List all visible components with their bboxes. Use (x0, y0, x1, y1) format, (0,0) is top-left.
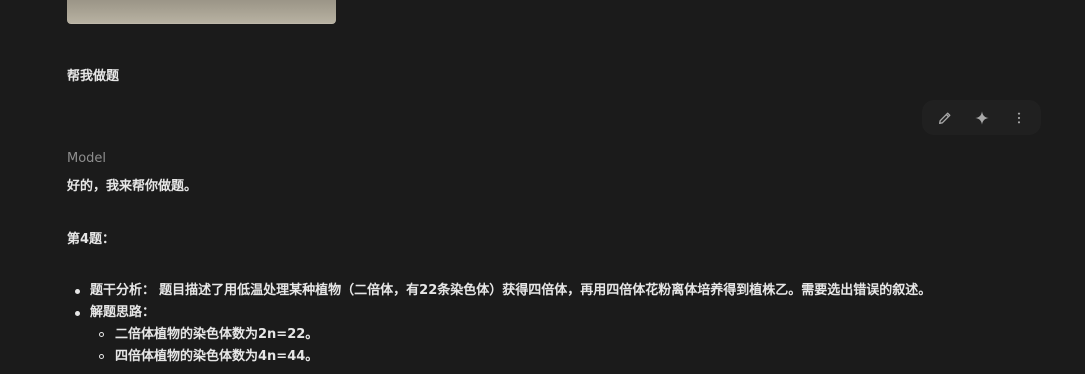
more-vert-icon (1017, 112, 1020, 123)
model-label: Model (67, 151, 107, 166)
more-options-button[interactable] (1005, 104, 1033, 132)
pencil-icon (938, 112, 950, 124)
edit-button[interactable] (931, 104, 959, 132)
attached-image-thumbnail[interactable] (67, 0, 336, 24)
rerun-sparkle-button[interactable] (968, 104, 996, 132)
message-action-bar (922, 100, 1041, 135)
sparkle-icon (974, 110, 989, 125)
user-prompt: 帮我做题 (67, 69, 120, 84)
list-item: 题干分析： 题目描述了用低温处理某种植物（二倍体，有22条染色体）获得四倍体，再… (67, 280, 1057, 302)
response-intro: 好的，我来帮你做题。 (67, 179, 198, 194)
bullet-text: 题目描述了用低温处理某种植物（二倍体，有22条染色体）获得四倍体，再用四倍体花粉… (159, 283, 932, 298)
bullet-label: 题干分析： (90, 283, 156, 298)
list-item: 二倍体植物的染色体数为2n=22。 (67, 324, 1057, 346)
list-item: 四倍体植物的染色体数为4n=44。 (67, 346, 1057, 368)
list-item: 解题思路： 二倍体植物的染色体数为2n=22。 四倍体植物的染色体数为4n=44… (67, 302, 1057, 368)
question-heading: 第4题： (67, 232, 116, 247)
response-bullet-list: 题干分析： 题目描述了用低温处理某种植物（二倍体，有22条染色体）获得四倍体，再… (67, 280, 1057, 368)
sub-bullet-list: 二倍体植物的染色体数为2n=22。 四倍体植物的染色体数为4n=44。 (67, 324, 1057, 368)
bullet-label: 解题思路： (90, 305, 156, 320)
model-response: 好的，我来帮你做题。 第4题： 题干分析： 题目描述了用低温处理某种植物（二倍体… (67, 176, 1057, 364)
chat-page: 帮我做题 Model 好的，我来帮你做题。 第4题： 题干分析： 题目描述了用低… (0, 0, 1085, 374)
